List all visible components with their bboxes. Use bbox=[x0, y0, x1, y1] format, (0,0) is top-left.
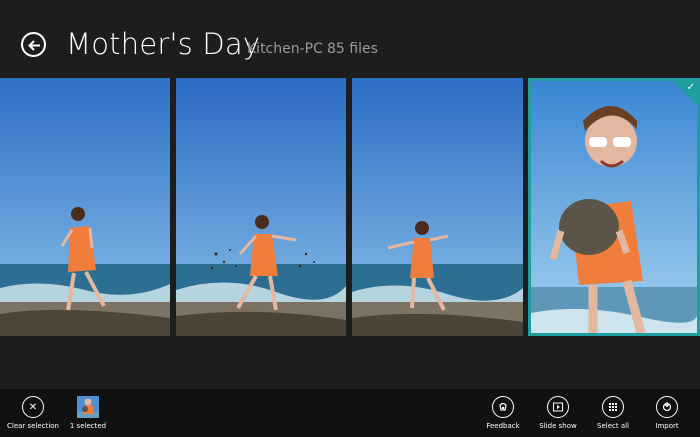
photo-tile-1[interactable] bbox=[0, 78, 170, 336]
thumbnail-image bbox=[77, 396, 99, 418]
file-count: 85 files bbox=[327, 41, 378, 57]
import-button[interactable]: Import bbox=[634, 396, 700, 430]
beach-photo-image bbox=[0, 78, 170, 336]
source-label: Kitchen-PC bbox=[247, 41, 323, 57]
header: Mother's Day Kitchen-PC 85 files bbox=[0, 0, 700, 78]
photo-strip: ✓ bbox=[0, 78, 700, 336]
import-label: Import bbox=[655, 422, 679, 430]
clear-selection-label: Clear selection bbox=[7, 422, 59, 430]
beach-photo-image bbox=[531, 81, 697, 333]
clear-selection-button[interactable]: ✕ Clear selection bbox=[0, 396, 66, 430]
beach-photo-image bbox=[176, 78, 346, 336]
selected-thumbnail[interactable] bbox=[77, 396, 99, 418]
close-icon: ✕ bbox=[22, 396, 44, 418]
import-icon bbox=[656, 396, 678, 418]
photo-tile-3[interactable] bbox=[352, 78, 523, 336]
grid-icon bbox=[602, 396, 624, 418]
back-arrow-icon bbox=[28, 40, 40, 51]
page-title: Mother's Day bbox=[66, 27, 261, 61]
play-icon bbox=[547, 396, 569, 418]
beach-photo-image bbox=[352, 78, 523, 336]
photo-tile-2[interactable] bbox=[176, 78, 346, 336]
photo-tile-4[interactable]: ✓ bbox=[528, 78, 700, 336]
back-button[interactable] bbox=[21, 32, 46, 57]
selected-count-label: 1 selected bbox=[69, 422, 107, 430]
feedback-icon bbox=[492, 396, 514, 418]
checkmark-icon: ✓ bbox=[686, 82, 695, 93]
